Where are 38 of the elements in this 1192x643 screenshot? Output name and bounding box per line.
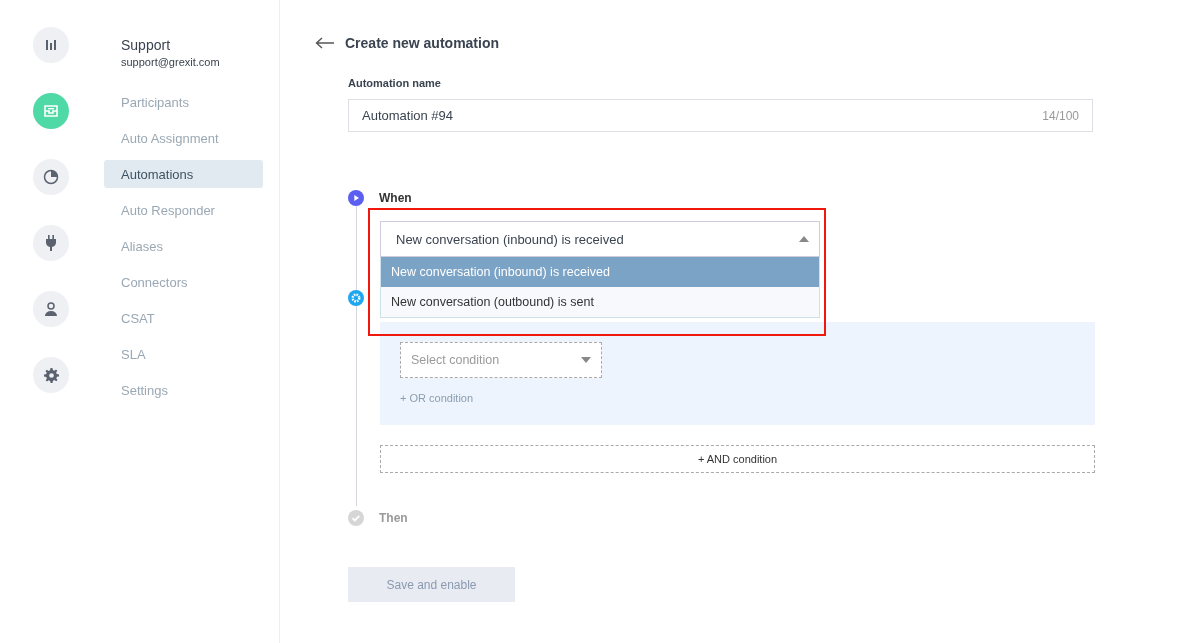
menu-item[interactable]: Settings <box>104 376 263 404</box>
menu-item[interactable]: CSAT <box>104 304 263 332</box>
dropdown-option[interactable]: New conversation (outbound) is sent <box>381 287 819 317</box>
pie-chart-icon <box>43 169 59 185</box>
caret-icon <box>581 357 591 363</box>
account-email: support@grexit.com <box>121 56 221 68</box>
menu-item[interactable]: Auto Assignment <box>104 124 263 152</box>
step-label: When <box>379 191 412 205</box>
back-arrow-icon[interactable] <box>315 37 335 49</box>
or-condition-link[interactable]: + OR condition <box>400 392 474 404</box>
nav-rail-button[interactable] <box>33 159 69 195</box>
menu-item[interactable]: Connectors <box>104 268 263 296</box>
inbox-icon <box>44 105 58 117</box>
account-name: Support <box>121 37 172 53</box>
automation-name-field[interactable]: Automation #94 14/100 <box>348 99 1093 132</box>
play-icon <box>348 190 364 206</box>
trigger-select[interactable]: New conversation (inbound) is received <box>380 221 820 257</box>
nav-rail-button[interactable] <box>33 357 69 393</box>
nav-rail-button[interactable] <box>33 291 69 327</box>
menu-item[interactable]: Auto Responder <box>104 196 263 224</box>
bar-chart-icon <box>45 39 57 51</box>
plug-icon <box>45 235 57 251</box>
page-title: Create new automation <box>345 35 500 51</box>
nav-rail-button[interactable] <box>33 225 69 261</box>
menu-item[interactable]: Automations <box>104 160 263 188</box>
settings-icon <box>348 290 364 306</box>
and-condition-button[interactable]: + AND condition <box>380 445 1095 473</box>
settings-icon <box>43 367 59 383</box>
check-icon <box>348 510 364 526</box>
menu-item[interactable]: Aliases <box>104 232 263 260</box>
step-label: Then <box>379 511 408 525</box>
field-label: Automation name <box>348 77 442 89</box>
condition-select[interactable]: Select condition <box>400 342 602 378</box>
person-icon <box>44 302 58 316</box>
menu-item[interactable]: Participants <box>104 88 263 116</box>
nav-rail-button[interactable] <box>33 27 69 63</box>
menu-item[interactable]: SLA <box>104 340 263 368</box>
dropdown-option[interactable]: New conversation (inbound) is received <box>381 257 819 287</box>
